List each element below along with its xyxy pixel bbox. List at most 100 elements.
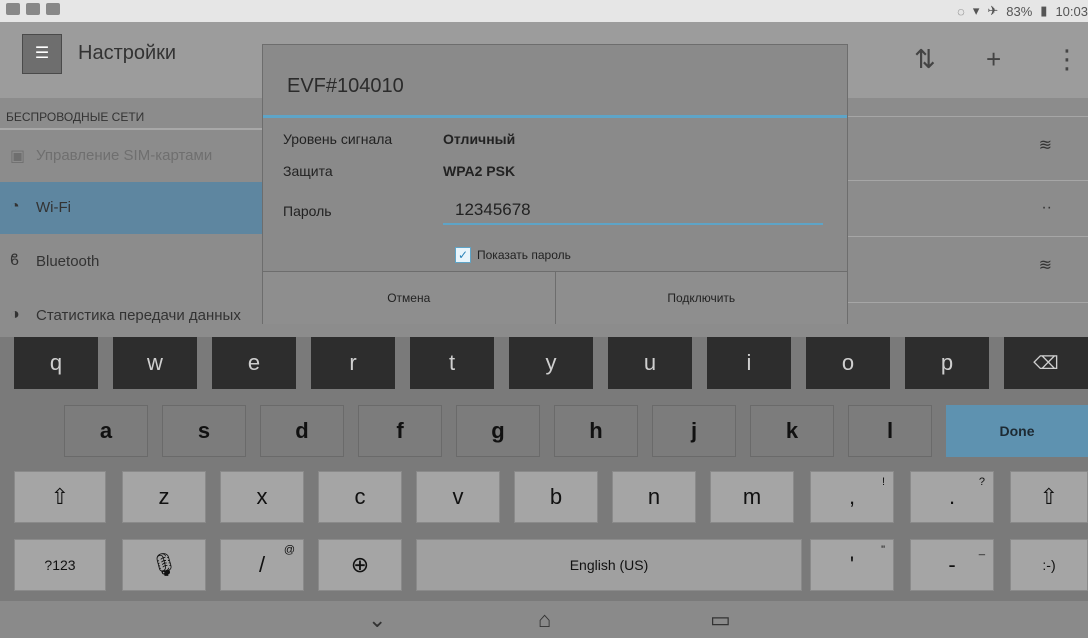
sidebar-item-bluetooth[interactable]: ϐ Bluetooth: [0, 236, 262, 288]
show-password-toggle[interactable]: ✓ Показать пароль: [455, 247, 571, 263]
app-title: Настройки: [78, 42, 177, 64]
key-slash[interactable]: / @: [220, 539, 304, 591]
key-l[interactable]: l: [848, 405, 932, 457]
sidebar-item-label: Bluetooth: [36, 253, 100, 270]
sidebar-item-label: Wi-Fi: [36, 199, 71, 216]
key-a[interactable]: a: [64, 405, 148, 457]
sidebar-item-sim[interactable]: ▣ Управление SIM-картами: [0, 130, 262, 182]
key-z[interactable]: z: [122, 471, 206, 523]
mic-key[interactable]: 🎙: [122, 539, 206, 591]
dialog-title: EVF#104010: [287, 75, 404, 97]
mic-icon: 🎙: [150, 552, 178, 577]
password-label: Пароль: [283, 203, 332, 219]
security-value: WPA2 PSK: [443, 163, 516, 179]
key-b[interactable]: b: [514, 471, 598, 523]
key-h[interactable]: h: [554, 405, 638, 457]
dialog-button-bar: Отмена Подключить: [263, 271, 847, 324]
shift-key-right[interactable]: ⇧: [1010, 471, 1088, 523]
show-password-label: Показать пароль: [477, 248, 571, 262]
backspace-key[interactable]: ⌫: [1004, 337, 1088, 389]
key-d[interactable]: d: [260, 405, 344, 457]
battery-percent: 83%: [1006, 3, 1033, 19]
globe-icon: ⊕: [350, 552, 370, 577]
key-j[interactable]: j: [652, 405, 736, 457]
airplane-mode-icon: ✈: [987, 3, 999, 18]
wps-icon[interactable]: ⇅: [914, 44, 936, 75]
key-i[interactable]: i: [707, 337, 791, 389]
wifi-signal-icon: ≋: [1038, 137, 1052, 154]
wifi-status-icon: ▾: [972, 3, 980, 18]
key-p[interactable]: p: [905, 337, 989, 389]
key-m[interactable]: m: [710, 471, 794, 523]
sim-icon: ▣: [10, 148, 26, 165]
language-key[interactable]: ⊕: [318, 539, 402, 591]
sync-status-icon: ◌: [957, 3, 965, 19]
shift-key-left[interactable]: ⇧: [14, 471, 106, 523]
key-q[interactable]: q: [14, 337, 98, 389]
key-period-hint: ?: [978, 476, 985, 488]
key-e[interactable]: e: [212, 337, 296, 389]
sidebar-item-wifi[interactable]: ◔ Wi-Fi: [0, 182, 262, 234]
sidebar-item-label: Статистика передачи данных: [36, 307, 241, 324]
wifi-signal-icon: ··: [1041, 199, 1052, 216]
key-y[interactable]: y: [509, 337, 593, 389]
key-slash-label: /: [258, 552, 266, 577]
checkbox-checked-icon[interactable]: ✓: [455, 247, 471, 263]
key-dash-label: -: [948, 552, 956, 577]
key-period[interactable]: . ?: [910, 471, 994, 523]
symbols-key[interactable]: ?123: [14, 539, 106, 591]
cancel-button[interactable]: Отмена: [263, 272, 555, 324]
sidebar-item-label: Управление SIM-картами: [36, 147, 213, 164]
key-f[interactable]: f: [358, 405, 442, 457]
wifi-signal-icon: ≋: [1038, 257, 1052, 274]
home-icon[interactable]: ⌂: [538, 607, 551, 633]
done-key[interactable]: Done: [946, 405, 1088, 457]
battery-icon: ▮: [1040, 3, 1048, 18]
key-g[interactable]: g: [456, 405, 540, 457]
key-n[interactable]: n: [612, 471, 696, 523]
settings-app-icon[interactable]: ☰: [22, 34, 62, 74]
shift-icon: ⇧: [50, 484, 70, 509]
key-comma-label: ,: [848, 484, 856, 509]
key-period-label: .: [948, 484, 956, 509]
overflow-menu-icon[interactable]: ⋮: [1054, 44, 1080, 75]
key-u[interactable]: u: [608, 337, 692, 389]
key-x[interactable]: x: [220, 471, 304, 523]
screenshot-icon: [26, 3, 40, 15]
usb-icon: [6, 3, 20, 15]
connect-button[interactable]: Подключить: [554, 272, 847, 324]
key-apostrophe[interactable]: ' ": [810, 539, 894, 591]
recents-icon[interactable]: ▭: [710, 607, 731, 633]
notification-icon: [46, 3, 60, 15]
key-dash-hint: _: [978, 544, 985, 556]
sidebar-item-data-usage[interactable]: ◑ Статистика передачи данных: [0, 290, 262, 342]
network-list-item[interactable]: ≋: [846, 116, 1088, 169]
network-list-item[interactable]: ≋: [846, 236, 1088, 289]
key-comma[interactable]: , !: [810, 471, 894, 523]
key-comma-hint: !: [881, 476, 885, 488]
clock: 10:03: [1055, 3, 1088, 19]
password-input[interactable]: [443, 197, 823, 225]
key-dash[interactable]: - _: [910, 539, 994, 591]
signal-value: Отличный: [443, 131, 516, 147]
key-o[interactable]: o: [806, 337, 890, 389]
section-header: БЕСПРОВОДНЫЕ СЕТИ: [6, 110, 145, 124]
add-network-icon[interactable]: +: [986, 44, 1001, 75]
key-s[interactable]: s: [162, 405, 246, 457]
network-list-item[interactable]: ··: [846, 180, 1088, 233]
key-r[interactable]: r: [311, 337, 395, 389]
key-k[interactable]: k: [750, 405, 834, 457]
space-key[interactable]: English (US): [416, 539, 802, 591]
key-slash-hint: @: [283, 544, 295, 556]
wifi-icon: ◔: [10, 198, 20, 215]
key-t[interactable]: t: [410, 337, 494, 389]
data-usage-icon: ◑: [10, 306, 20, 323]
backspace-icon: ⌫: [1033, 352, 1059, 373]
soft-keyboard: q w e r t y u i o p ⌫ a s d f g h j k l …: [0, 337, 1088, 601]
security-label: Защита: [283, 163, 333, 179]
smiley-key[interactable]: :-): [1010, 539, 1088, 591]
key-c[interactable]: c: [318, 471, 402, 523]
back-icon[interactable]: ⌄: [368, 607, 386, 633]
key-w[interactable]: w: [113, 337, 197, 389]
key-v[interactable]: v: [416, 471, 500, 523]
